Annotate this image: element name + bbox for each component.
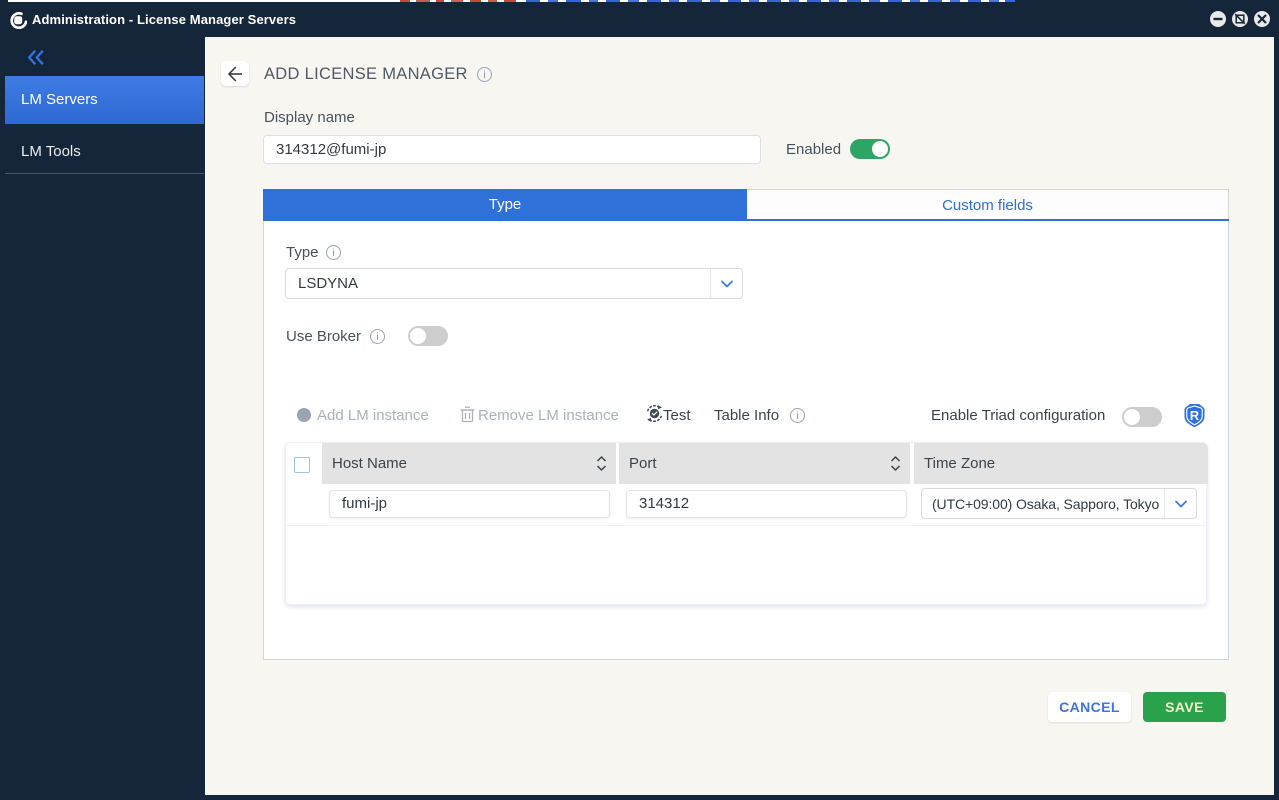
- svg-text:R: R: [1190, 408, 1200, 423]
